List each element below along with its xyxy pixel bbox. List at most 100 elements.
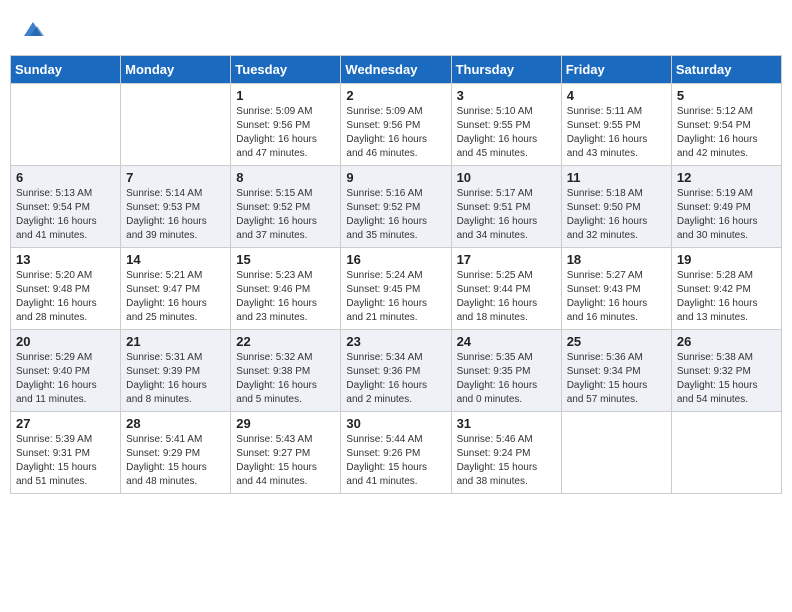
day-info: Sunrise: 5:11 AMSunset: 9:55 PMDaylight:… <box>567 105 666 161</box>
day-info: Sunrise: 5:25 AMSunset: 9:44 PMDaylight:… <box>457 269 556 325</box>
day-info: Sunrise: 5:13 AMSunset: 9:54 PMDaylight:… <box>16 187 115 243</box>
day-info: Sunrise: 5:21 AMSunset: 9:47 PMDaylight:… <box>126 269 225 325</box>
calendar-cell: 31Sunrise: 5:46 AMSunset: 9:24 PMDayligh… <box>451 412 561 494</box>
days-of-week-row: SundayMondayTuesdayWednesdayThursdayFrid… <box>11 56 782 84</box>
day-header-saturday: Saturday <box>671 56 781 84</box>
calendar-cell: 17 Sunrise: 5:25 AMSunset: 9:44 PMDayligh… <box>451 248 561 330</box>
day-number: 6 <box>16 170 115 185</box>
calendar-cell: 5 Sunrise: 5:12 AMSunset: 9:54 PMDaylight… <box>671 84 781 166</box>
calendar-cell: 6 Sunrise: 5:13 AMSunset: 9:54 PMDaylight… <box>11 166 121 248</box>
calendar-cell <box>121 84 231 166</box>
day-info: Sunrise: 5:32 AMSunset: 9:38 PMDaylight:… <box>236 351 335 407</box>
day-number: 28 <box>126 416 225 431</box>
calendar-cell: 7 Sunrise: 5:14 AMSunset: 9:53 PMDaylight… <box>121 166 231 248</box>
calendar-cell: 13 Sunrise: 5:20 AMSunset: 9:48 PMDayligh… <box>11 248 121 330</box>
day-info: Sunrise: 5:19 AMSunset: 9:49 PMDaylight:… <box>677 187 776 243</box>
day-number: 11 <box>567 170 666 185</box>
day-info: Sunrise: 5:20 AMSunset: 9:48 PMDaylight:… <box>16 269 115 325</box>
day-number: 13 <box>16 252 115 267</box>
day-number: 3 <box>457 88 556 103</box>
calendar-cell: 16Sunrise: 5:24 AMSunset: 9:45 PMDayligh… <box>341 248 451 330</box>
calendar-cell: 20 Sunrise: 5:29 AMSunset: 9:40 PMDayligh… <box>11 330 121 412</box>
day-info: Sunrise: 5:09 AMSunset: 9:56 PMDaylight:… <box>346 105 445 161</box>
calendar-cell: 27 Sunrise: 5:39 AMSunset: 9:31 PMDayligh… <box>11 412 121 494</box>
day-number: 14 <box>126 252 225 267</box>
calendar-cell: 9 Sunrise: 5:16 AMSunset: 9:52 PMDaylight… <box>341 166 451 248</box>
day-number: 29 <box>236 416 335 431</box>
logo-text <box>20 18 44 45</box>
day-info: Sunrise: 5:46 AMSunset: 9:24 PMDaylight:… <box>457 433 556 489</box>
calendar-body: 1 Sunrise: 5:09 AMSunset: 9:56 PMDaylight… <box>11 84 782 494</box>
calendar-cell: 10Sunrise: 5:17 AMSunset: 9:51 PMDayligh… <box>451 166 561 248</box>
day-info: Sunrise: 5:34 AMSunset: 9:36 PMDaylight:… <box>346 351 445 407</box>
day-number: 19 <box>677 252 776 267</box>
day-header-tuesday: Tuesday <box>231 56 341 84</box>
week-row-2: 6 Sunrise: 5:13 AMSunset: 9:54 PMDaylight… <box>11 166 782 248</box>
day-info: Sunrise: 5:41 AMSunset: 9:29 PMDaylight:… <box>126 433 225 489</box>
day-info: Sunrise: 5:39 AMSunset: 9:31 PMDaylight:… <box>16 433 115 489</box>
calendar-cell: 22 Sunrise: 5:32 AMSunset: 9:38 PMDayligh… <box>231 330 341 412</box>
calendar-header: SundayMondayTuesdayWednesdayThursdayFrid… <box>11 56 782 84</box>
week-row-4: 20 Sunrise: 5:29 AMSunset: 9:40 PMDayligh… <box>11 330 782 412</box>
day-info: Sunrise: 5:31 AMSunset: 9:39 PMDaylight:… <box>126 351 225 407</box>
week-row-3: 13 Sunrise: 5:20 AMSunset: 9:48 PMDayligh… <box>11 248 782 330</box>
day-info: Sunrise: 5:14 AMSunset: 9:53 PMDaylight:… <box>126 187 225 243</box>
calendar-cell: 29 Sunrise: 5:43 AMSunset: 9:27 PMDayligh… <box>231 412 341 494</box>
day-info: Sunrise: 5:18 AMSunset: 9:50 PMDaylight:… <box>567 187 666 243</box>
day-number: 2 <box>346 88 445 103</box>
day-header-sunday: Sunday <box>11 56 121 84</box>
calendar-cell: 30Sunrise: 5:44 AMSunset: 9:26 PMDayligh… <box>341 412 451 494</box>
calendar-cell <box>11 84 121 166</box>
calendar-cell <box>671 412 781 494</box>
day-info: Sunrise: 5:43 AMSunset: 9:27 PMDaylight:… <box>236 433 335 489</box>
day-info: Sunrise: 5:16 AMSunset: 9:52 PMDaylight:… <box>346 187 445 243</box>
day-info: Sunrise: 5:12 AMSunset: 9:54 PMDaylight:… <box>677 105 776 161</box>
day-info: Sunrise: 5:23 AMSunset: 9:46 PMDaylight:… <box>236 269 335 325</box>
calendar-cell: 28 Sunrise: 5:41 AMSunset: 9:29 PMDayligh… <box>121 412 231 494</box>
day-number: 8 <box>236 170 335 185</box>
calendar-cell: 19Sunrise: 5:28 AMSunset: 9:42 PMDayligh… <box>671 248 781 330</box>
day-number: 12 <box>677 170 776 185</box>
day-number: 1 <box>236 88 335 103</box>
day-info: Sunrise: 5:09 AMSunset: 9:56 PMDaylight:… <box>236 105 335 161</box>
day-number: 24 <box>457 334 556 349</box>
day-number: 17 <box>457 252 556 267</box>
day-number: 7 <box>126 170 225 185</box>
day-header-monday: Monday <box>121 56 231 84</box>
day-info: Sunrise: 5:35 AMSunset: 9:35 PMDaylight:… <box>457 351 556 407</box>
day-number: 5 <box>677 88 776 103</box>
calendar-cell: 23 Sunrise: 5:34 AMSunset: 9:36 PMDayligh… <box>341 330 451 412</box>
day-number: 20 <box>16 334 115 349</box>
day-info: Sunrise: 5:38 AMSunset: 9:32 PMDaylight:… <box>677 351 776 407</box>
calendar-cell: 2 Sunrise: 5:09 AMSunset: 9:56 PMDaylight… <box>341 84 451 166</box>
calendar-cell: 15Sunrise: 5:23 AMSunset: 9:46 PMDayligh… <box>231 248 341 330</box>
logo-icon <box>22 18 44 40</box>
day-number: 21 <box>126 334 225 349</box>
day-number: 9 <box>346 170 445 185</box>
calendar-cell: 8 Sunrise: 5:15 AMSunset: 9:52 PMDaylight… <box>231 166 341 248</box>
day-info: Sunrise: 5:27 AMSunset: 9:43 PMDaylight:… <box>567 269 666 325</box>
calendar-cell: 21 Sunrise: 5:31 AMSunset: 9:39 PMDayligh… <box>121 330 231 412</box>
day-header-friday: Friday <box>561 56 671 84</box>
day-info: Sunrise: 5:15 AMSunset: 9:52 PMDaylight:… <box>236 187 335 243</box>
calendar-cell: 24 Sunrise: 5:35 AMSunset: 9:35 PMDayligh… <box>451 330 561 412</box>
week-row-5: 27 Sunrise: 5:39 AMSunset: 9:31 PMDayligh… <box>11 412 782 494</box>
day-number: 10 <box>457 170 556 185</box>
calendar-cell: 26Sunrise: 5:38 AMSunset: 9:32 PMDayligh… <box>671 330 781 412</box>
day-number: 4 <box>567 88 666 103</box>
day-number: 16 <box>346 252 445 267</box>
day-info: Sunrise: 5:36 AMSunset: 9:34 PMDaylight:… <box>567 351 666 407</box>
calendar-cell: 12 Sunrise: 5:19 AMSunset: 9:49 PMDayligh… <box>671 166 781 248</box>
day-number: 27 <box>16 416 115 431</box>
logo <box>20 18 44 45</box>
day-number: 23 <box>346 334 445 349</box>
day-number: 22 <box>236 334 335 349</box>
day-number: 25 <box>567 334 666 349</box>
week-row-1: 1 Sunrise: 5:09 AMSunset: 9:56 PMDaylight… <box>11 84 782 166</box>
calendar: SundayMondayTuesdayWednesdayThursdayFrid… <box>10 55 782 494</box>
calendar-cell: 1 Sunrise: 5:09 AMSunset: 9:56 PMDaylight… <box>231 84 341 166</box>
day-header-wednesday: Wednesday <box>341 56 451 84</box>
day-info: Sunrise: 5:44 AMSunset: 9:26 PMDaylight:… <box>346 433 445 489</box>
day-info: Sunrise: 5:29 AMSunset: 9:40 PMDaylight:… <box>16 351 115 407</box>
calendar-cell: 14 Sunrise: 5:21 AMSunset: 9:47 PMDayligh… <box>121 248 231 330</box>
